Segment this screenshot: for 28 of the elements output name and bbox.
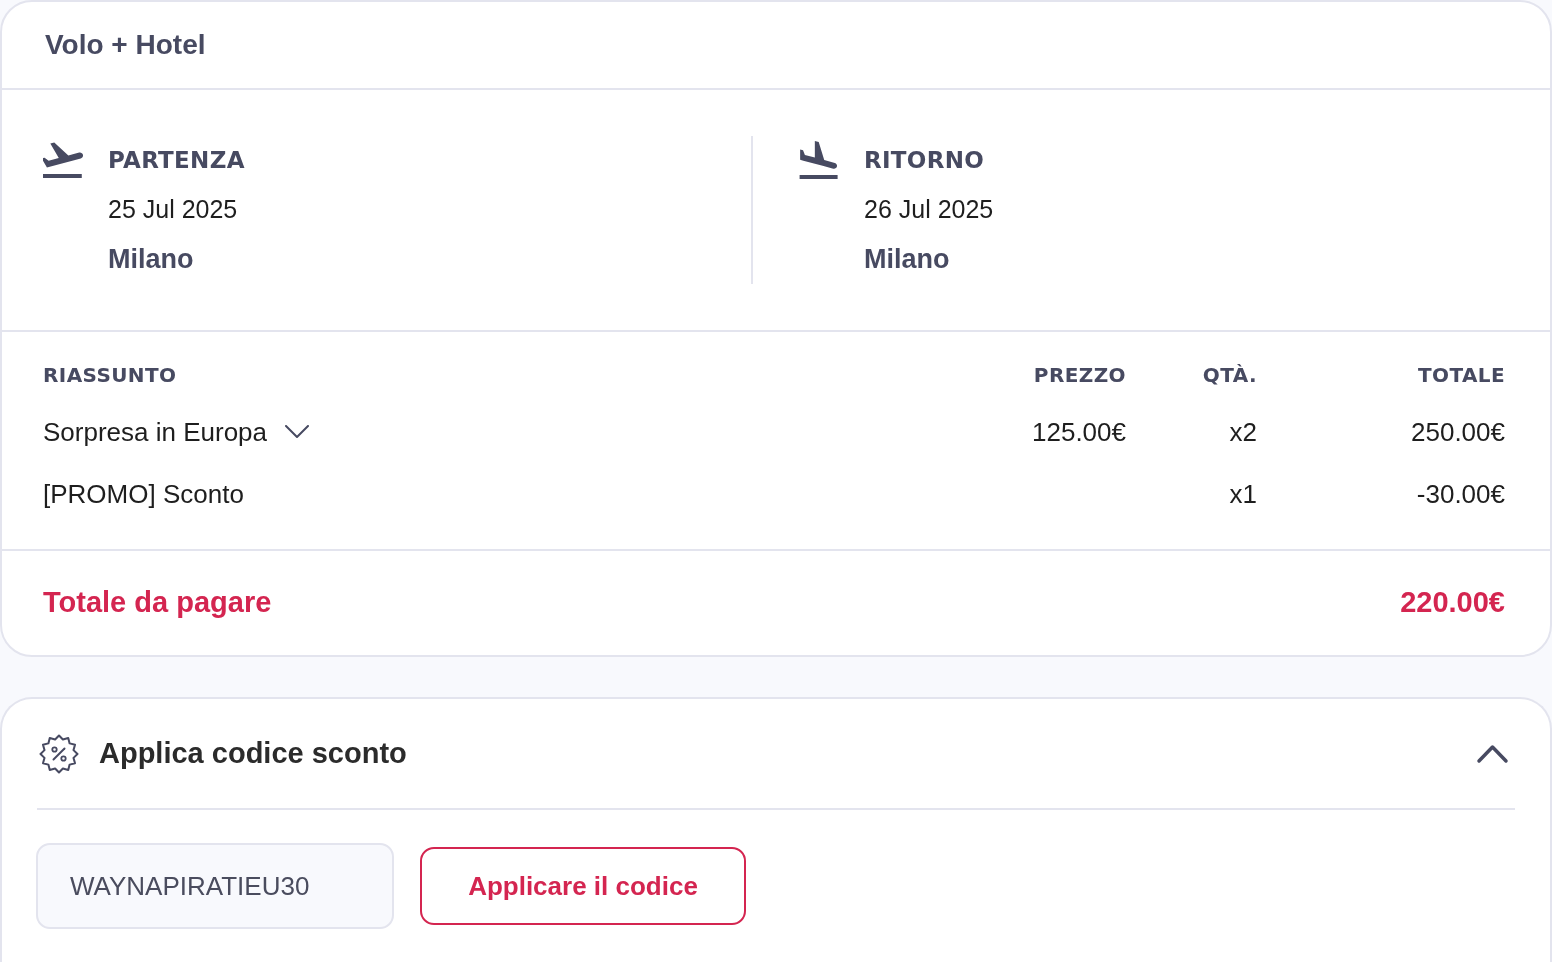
card-title: Volo + Hotel — [45, 28, 206, 62]
column-header: QTÀ. — [1202, 363, 1257, 387]
table-cell: x2 — [1229, 417, 1257, 447]
plane-takeoff-icon — [43, 141, 83, 179]
column-header: RIASSUNTO — [43, 363, 177, 387]
column-header: PREZZO — [1033, 363, 1126, 387]
percent-badge-icon — [39, 733, 79, 774]
plane-landing-icon — [799, 141, 839, 179]
table-cell: x1 — [1229, 479, 1257, 509]
flight-label: PARTENZA — [108, 146, 245, 175]
total-label: Totale da pagare — [43, 585, 272, 621]
apply-code-button[interactable]: Applicare il codice — [420, 847, 746, 925]
section-title: Applica codice sconto — [99, 735, 407, 771]
flight-date: 26 Jul 2025 — [864, 194, 994, 225]
column-header: TOTALE — [1417, 363, 1505, 387]
flight-city: Milano — [108, 243, 195, 276]
total-amount: 220.00€ — [1400, 585, 1505, 621]
flight-city: Milano — [864, 243, 951, 276]
flight-date: 25 Jul 2025 — [108, 194, 239, 225]
table-cell: -30.00€ — [1416, 479, 1505, 509]
flight-label: RITORNO — [864, 146, 986, 175]
table-cell: 250.00€ — [1411, 417, 1505, 447]
chevron-icon[interactable] — [1476, 743, 1509, 764]
chevron-icon[interactable] — [285, 425, 310, 439]
item-name: [PROMO] Sconto — [43, 478, 244, 511]
code-input-field[interactable]: WAYNAPIRATIEU30 — [36, 843, 394, 929]
table-cell: 125.00€ — [1032, 417, 1126, 447]
item-name: Sorpresa in Europa — [43, 416, 268, 449]
